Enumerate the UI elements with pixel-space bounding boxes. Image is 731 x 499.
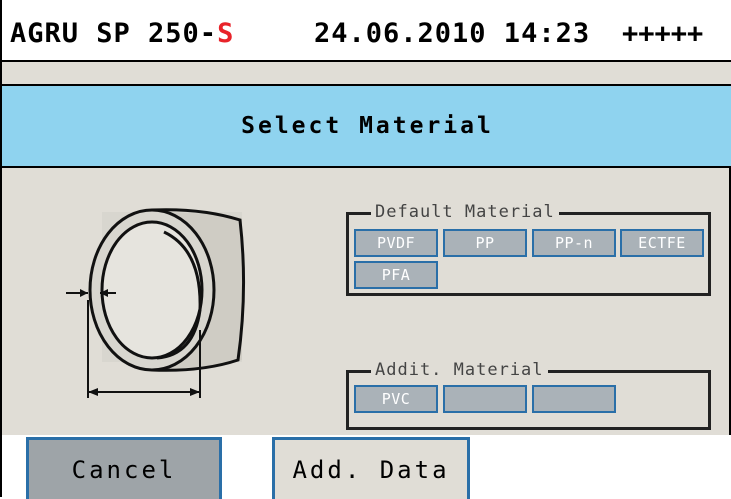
pipe-diagram-icon	[66, 208, 246, 398]
default-material-group: Default Material PVDF PP PP-n ECTFE PFA	[346, 201, 711, 296]
material-button-ectfe[interactable]: ECTFE	[620, 229, 704, 257]
signal-indicator: +++++	[622, 18, 704, 49]
material-button-pvdf[interactable]: PVDF	[354, 229, 438, 257]
material-button-pp-n[interactable]: PP-n	[532, 229, 616, 257]
title-bar: Select Material	[2, 84, 731, 168]
date-time: 24.06.2010 14:23	[314, 18, 591, 49]
device-model-suffix: S	[217, 18, 235, 49]
material-button-pvc[interactable]: PVC	[354, 385, 438, 413]
material-button-pfa[interactable]: PFA	[354, 261, 438, 289]
cancel-button[interactable]: Cancel	[26, 437, 222, 499]
device-model-name: AGRU SP 250-	[10, 18, 218, 49]
add-data-button[interactable]: Add. Data	[272, 437, 470, 499]
material-button-empty-2[interactable]	[532, 385, 616, 413]
additional-material-legend: Addit. Material	[371, 359, 548, 381]
page-title: Select Material	[241, 113, 494, 139]
default-material-legend: Default Material	[371, 201, 559, 223]
material-button-pp[interactable]: PP	[443, 229, 527, 257]
additional-material-group: Addit. Material PVC	[346, 359, 711, 430]
status-bar: AGRU SP 250-S 24.06.2010 14:23 +++++	[2, 0, 731, 62]
spacer-strip	[2, 62, 731, 84]
material-button-empty-1[interactable]	[443, 385, 527, 413]
device-model: AGRU SP 250-S	[10, 20, 234, 47]
screen-frame: AGRU SP 250-S 24.06.2010 14:23 +++++ Sel…	[0, 0, 731, 499]
